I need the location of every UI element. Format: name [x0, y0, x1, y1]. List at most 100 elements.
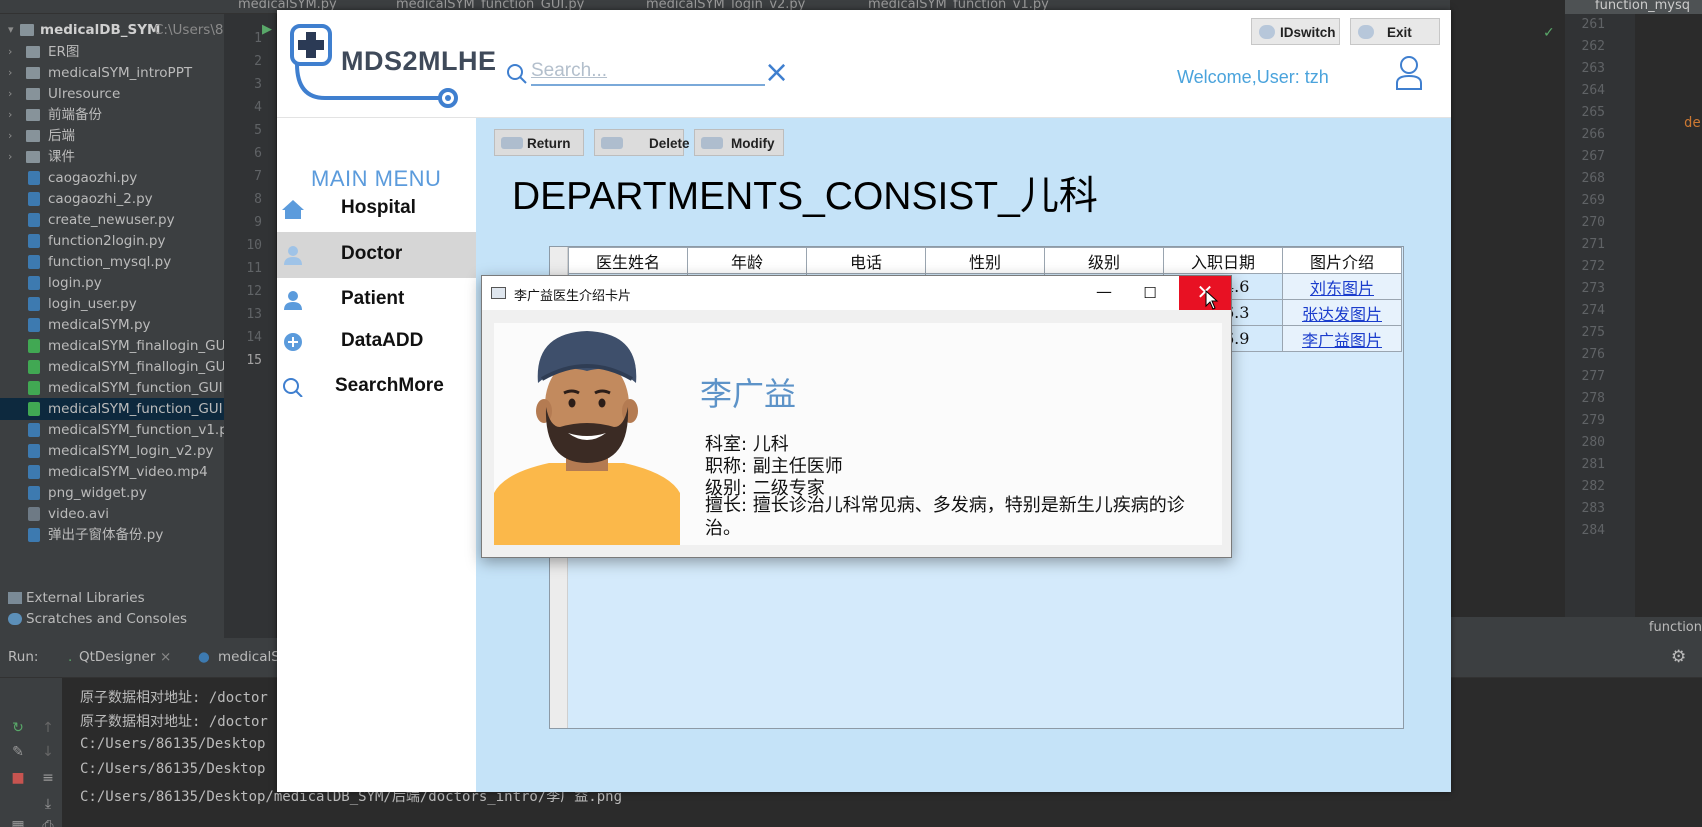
line-number: 15: [246, 353, 262, 368]
scratches-and-consoles[interactable]: Scratches and Consoles: [0, 608, 224, 630]
down-arrow-icon[interactable]: ↓: [40, 744, 56, 760]
tree-folder[interactable]: › 后端: [0, 125, 224, 147]
exit-button[interactable]: Exit: [1350, 18, 1440, 45]
tree-file[interactable]: medicalSYM_function_GUI.: [0, 377, 224, 399]
chevron-right-icon[interactable]: ›: [8, 125, 12, 147]
tree-item-label: medicalSYM_login_v2.py: [48, 443, 214, 459]
tree-file[interactable]: caogaozhi.py: [0, 167, 224, 189]
tree-file[interactable]: function_mysql.py: [0, 251, 224, 273]
console-line: C:/Users/86135/Desktop: [80, 761, 266, 777]
tree-file[interactable]: medicalSYM_finallogin_GU: [0, 356, 224, 378]
close-icon[interactable]: ×: [160, 649, 171, 665]
tree-item-label: medicalSYM_function_v1.p: [48, 422, 224, 438]
chevron-right-icon[interactable]: ›: [8, 83, 12, 105]
external-libraries[interactable]: External Libraries: [0, 587, 224, 609]
tree-file[interactable]: function2login.py: [0, 230, 224, 252]
tree-item-label: medicalSYM_video.mp4: [48, 464, 208, 480]
return-label: Return: [527, 136, 571, 151]
run-toolbar: ↻ ↑ ✎ ↓ ■ ≡ ⤓ ▦ ⎙: [0, 678, 62, 827]
idswitch-label: IDswitch: [1280, 25, 1336, 40]
return-button[interactable]: Return: [494, 129, 584, 156]
ide-tab-function-mysql[interactable]: function_mysq: [1565, 0, 1702, 14]
tree-file[interactable]: medicalSYM_function_GUI.: [0, 398, 224, 420]
menu-item-searchmore[interactable]: SearchMore: [277, 364, 476, 410]
modify-button[interactable]: Modify: [694, 129, 784, 156]
tree-item-label: UIresource: [48, 86, 121, 102]
tree-file[interactable]: medicalSYM.py: [0, 314, 224, 336]
app-header: MDS2MLHE × IDswitch Exit Welcome,User: t…: [277, 10, 1451, 118]
tree-file[interactable]: medicalSYM_finallogin_GU: [0, 335, 224, 357]
wrench-icon[interactable]: ✎: [10, 744, 26, 760]
rerun-icon[interactable]: ↻: [10, 720, 26, 736]
menu-item-dataadd[interactable]: DataADD: [277, 319, 476, 365]
tree-file[interactable]: caogaozhi_2.py: [0, 188, 224, 210]
tree-folder[interactable]: › ER图: [0, 41, 224, 63]
line-number: 274: [1581, 303, 1605, 318]
column-header[interactable]: 医生姓名: [568, 247, 688, 274]
photo-link[interactable]: 刘东图片: [1282, 273, 1402, 300]
tree-file[interactable]: video.avi: [0, 503, 224, 525]
search-input[interactable]: [531, 58, 765, 86]
photo-link[interactable]: 李广益图片: [1282, 325, 1402, 352]
column-header[interactable]: 性别: [925, 247, 1045, 274]
idswitch-button[interactable]: IDswitch: [1251, 18, 1340, 45]
tree-file[interactable]: login.py: [0, 272, 224, 294]
column-header[interactable]: 电话: [806, 247, 926, 274]
tree-folder[interactable]: › medicalSYM_introPPT: [0, 62, 224, 84]
console-line: 原子数据相对地址: /doctor: [80, 690, 268, 706]
tree-file[interactable]: png_widget.py: [0, 482, 224, 504]
menu-item-hospital[interactable]: Hospital: [277, 186, 476, 232]
home-icon: [282, 200, 304, 219]
run-tab-medical[interactable]: medicalS: [218, 649, 280, 665]
run-arrow-icon[interactable]: ▶: [262, 22, 272, 37]
delete-button[interactable]: Delete: [594, 129, 690, 156]
layout-icon[interactable]: ▦: [10, 818, 26, 827]
chevron-right-icon[interactable]: ›: [8, 62, 12, 84]
menu-item-doctor[interactable]: Doctor: [277, 232, 476, 278]
project-root[interactable]: ▾ medicalDB_SYM C:\Users\86: [0, 19, 224, 41]
clear-search-icon[interactable]: ×: [764, 58, 789, 88]
cart-icon: [701, 137, 723, 149]
file-icon: [28, 402, 40, 416]
console-line: 原子数据相对地址: /doctor: [80, 714, 268, 730]
run-tab-qtdesigner[interactable]: QtDesigner: [79, 649, 155, 665]
line-number: 13: [246, 307, 262, 322]
up-arrow-icon[interactable]: ↑: [40, 720, 56, 736]
tree-file[interactable]: medicalSYM_function_v1.p: [0, 419, 224, 441]
column-header[interactable]: 入职日期: [1163, 247, 1283, 274]
tree-file[interactable]: medicalSYM_video.mp4: [0, 461, 224, 483]
tree-folder[interactable]: › 课件: [0, 146, 224, 168]
column-header[interactable]: 年龄: [687, 247, 807, 274]
gear-icon[interactable]: ⚙: [1671, 647, 1686, 667]
stop-icon[interactable]: ■: [10, 770, 26, 786]
tree-item-label: 后端: [48, 128, 75, 144]
tree-file[interactable]: login_user.py: [0, 293, 224, 315]
console-line: C:/Users/86135/Desktop: [80, 736, 266, 752]
scroll-to-end-icon[interactable]: ⤓: [40, 796, 56, 812]
file-icon: [28, 444, 40, 458]
print-icon[interactable]: ⎙: [40, 818, 56, 827]
line-number: 9: [254, 215, 262, 230]
column-header[interactable]: 级别: [1044, 247, 1164, 274]
line-number: 7: [254, 169, 262, 184]
chevron-right-icon[interactable]: ›: [8, 41, 12, 63]
photo-link[interactable]: 张达发图片: [1282, 299, 1402, 326]
chevron-right-icon[interactable]: ›: [8, 146, 12, 168]
tree-folder[interactable]: › 前端备份: [0, 104, 224, 126]
tree-folder[interactable]: › UIresource: [0, 83, 224, 105]
column-header[interactable]: 图片介绍: [1282, 247, 1402, 274]
menu-item-patient[interactable]: Patient: [277, 277, 476, 323]
file-icon: [28, 528, 40, 542]
doctor-icon: [284, 246, 302, 265]
minimize-button[interactable]: —: [1081, 279, 1127, 307]
chevron-right-icon[interactable]: ›: [8, 104, 12, 126]
line-number: 5: [254, 123, 262, 138]
user-icon[interactable]: [1394, 55, 1424, 91]
dialog-title-bar[interactable]: 李广益医生介绍卡片 — ☐ ✕: [482, 276, 1231, 310]
file-icon: [28, 339, 40, 353]
tree-file[interactable]: create_newuser.py: [0, 209, 224, 231]
tree-file[interactable]: 弹出子窗体备份.py: [0, 524, 224, 546]
maximize-button[interactable]: ☐: [1127, 279, 1173, 307]
soft-wrap-icon[interactable]: ≡: [40, 770, 56, 786]
tree-file[interactable]: medicalSYM_login_v2.py: [0, 440, 224, 462]
